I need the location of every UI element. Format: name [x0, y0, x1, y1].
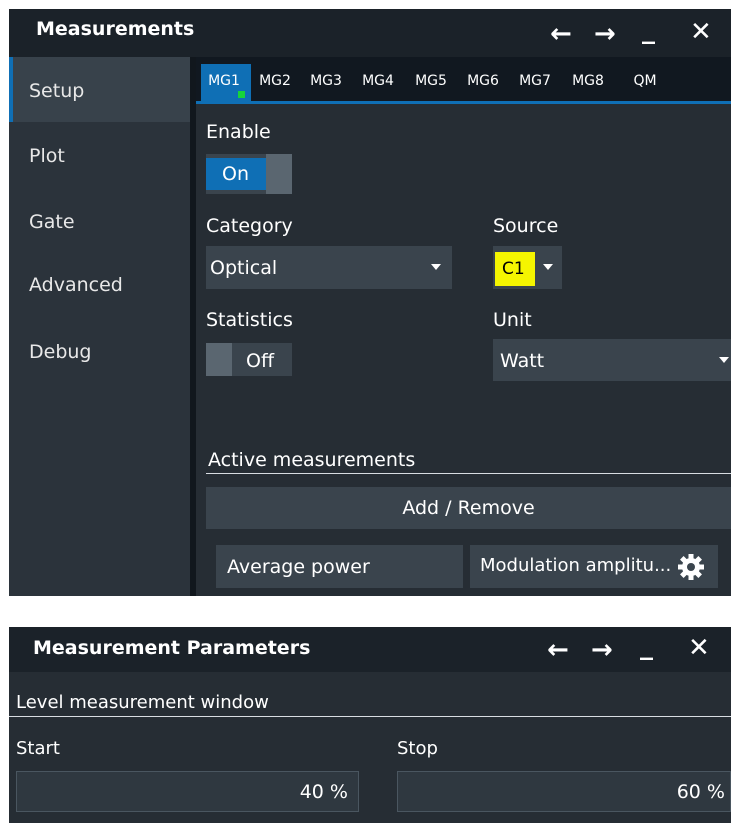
unit-label: Unit: [493, 309, 532, 331]
measurement-modulation-amplitude-label: Modulation amplitu...: [480, 555, 672, 576]
statistics-toggle-state: Off: [246, 350, 275, 372]
category-label: Category: [206, 215, 293, 237]
category-value: Optical: [210, 257, 278, 279]
unit-value: Watt: [500, 350, 545, 372]
chevron-down-icon: [719, 357, 729, 363]
start-value: 40 %: [299, 781, 348, 803]
close-icon[interactable]: ✕: [688, 635, 710, 661]
source-value: C1: [502, 259, 525, 279]
sidebar-item-debug[interactable]: Debug: [29, 341, 91, 363]
source-label: Source: [493, 215, 559, 237]
stop-value: 60 %: [676, 781, 725, 803]
enable-label: Enable: [206, 121, 271, 143]
tab-qm[interactable]: QM: [620, 73, 670, 89]
sidebar: [9, 57, 190, 596]
measurement-average-power-label: Average power: [227, 556, 370, 578]
sidebar-item-setup-label: Setup: [29, 80, 85, 102]
tab-bar-underline: [196, 101, 731, 104]
measurements-title: Measurements: [36, 18, 195, 40]
sidebar-item-plot[interactable]: Plot: [29, 145, 65, 167]
level-window-label: Level measurement window: [16, 692, 269, 713]
active-measurements-divider: [206, 473, 731, 474]
statistics-label: Statistics: [206, 309, 293, 331]
tab-mg3[interactable]: MG3: [304, 73, 348, 89]
params-title: Measurement Parameters: [33, 637, 311, 659]
level-window-divider: [9, 716, 731, 717]
sidebar-item-advanced[interactable]: Advanced: [29, 274, 123, 296]
tab-mg6[interactable]: MG6: [461, 73, 505, 89]
start-label: Start: [16, 738, 60, 759]
statistics-toggle-knob: [206, 343, 232, 376]
chevron-down-icon: [543, 264, 553, 270]
tab-mg2[interactable]: MG2: [253, 73, 297, 89]
arrow-right-icon[interactable]: →: [594, 21, 616, 47]
arrow-right-icon[interactable]: →: [591, 637, 613, 663]
tab-mg5[interactable]: MG5: [409, 73, 453, 89]
enable-toggle-knob: [266, 154, 292, 194]
chevron-down-icon: [431, 264, 441, 270]
minimize-icon[interactable]: _: [640, 633, 653, 659]
tab-mg7[interactable]: MG7: [513, 73, 557, 89]
minimize-icon[interactable]: _: [642, 17, 655, 43]
stop-label: Stop: [397, 738, 438, 759]
active-measurements-label: Active measurements: [208, 449, 416, 471]
tab-mg4[interactable]: MG4: [356, 73, 400, 89]
sidebar-item-gate[interactable]: Gate: [29, 211, 75, 233]
active-indicator-icon: [238, 91, 245, 98]
tab-mg1-label: MG1: [208, 73, 240, 89]
enable-toggle-state: On: [222, 163, 249, 185]
arrow-left-icon[interactable]: ←: [550, 21, 572, 47]
add-remove-label: Add / Remove: [402, 497, 535, 519]
sidebar-active-indicator: [9, 57, 13, 122]
close-icon[interactable]: ✕: [690, 19, 712, 45]
gear-icon[interactable]: [676, 552, 706, 582]
arrow-left-icon[interactable]: ←: [547, 637, 569, 663]
tab-mg8[interactable]: MG8: [566, 73, 610, 89]
